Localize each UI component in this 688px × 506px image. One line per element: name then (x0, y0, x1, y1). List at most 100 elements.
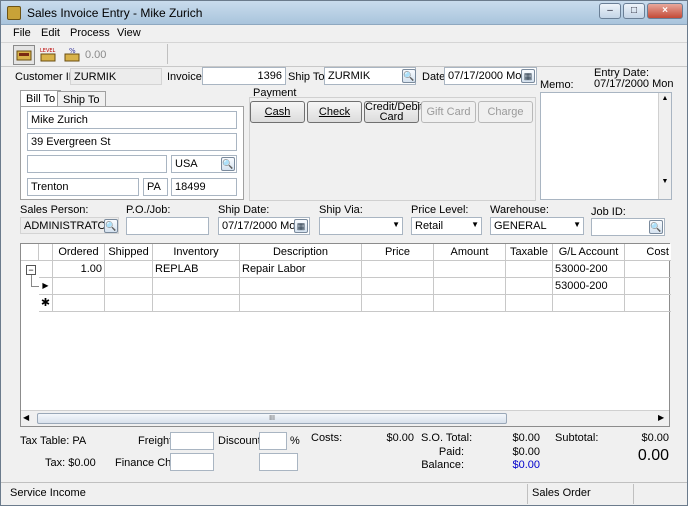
ship-to-label: Ship To: (288, 71, 328, 83)
check-button[interactable]: Check (307, 101, 362, 123)
bill-to-name-field[interactable]: Mike Zurich (27, 111, 237, 129)
new-row-asterisk-icon[interactable]: ✱ (39, 295, 53, 312)
scroll-up-icon[interactable]: ▲ (659, 95, 671, 102)
freight-field[interactable] (170, 432, 214, 450)
gift-card-button[interactable]: Gift Card (421, 101, 476, 123)
bill-to-zip-field[interactable]: 18499 (171, 178, 237, 196)
cell-taxable[interactable] (506, 295, 553, 312)
cell-amount[interactable] (434, 261, 506, 278)
menu-view[interactable]: View (117, 27, 141, 39)
po-job-field[interactable] (126, 217, 209, 235)
menu-bar: File Edit Process View (1, 25, 687, 43)
minimize-icon[interactable]: – (599, 3, 621, 19)
grid-selector-header (39, 244, 53, 261)
cell-ordered[interactable]: 1.00 (53, 261, 105, 278)
bill-to-city-field[interactable]: Trenton (27, 178, 139, 196)
cell-ordered[interactable] (53, 278, 105, 295)
cell-description[interactable] (240, 278, 362, 295)
col-gl-account[interactable]: G/L Account (553, 244, 625, 261)
discount-amount-field[interactable] (259, 453, 298, 471)
cell-price[interactable] (362, 261, 434, 278)
cell-shipped[interactable] (105, 278, 153, 295)
cell-taxable[interactable] (506, 278, 553, 295)
cell-shipped[interactable] (105, 295, 153, 312)
cell-amount[interactable] (434, 278, 506, 295)
ship-to-lookup-icon[interactable]: 🔍 (402, 69, 416, 83)
cell-cost[interactable] (625, 278, 671, 295)
status-divider (633, 484, 634, 504)
row-selector[interactable] (39, 261, 53, 278)
cell-taxable[interactable] (506, 261, 553, 278)
discount-label: Discount: (218, 435, 264, 447)
cell-gl-account[interactable] (553, 295, 625, 312)
cell-gl-account[interactable]: 53000-200 (553, 278, 625, 295)
memo-scrollbar[interactable]: ▲ ▼ (658, 93, 671, 199)
tab-bill-to[interactable]: Bill To (20, 90, 62, 107)
tax-label: Tax: $0.00 (45, 457, 96, 469)
toolbar: LEVEL % 0.00 (1, 43, 687, 67)
invoice-label: Invoice: (167, 71, 205, 83)
cell-shipped[interactable] (105, 261, 153, 278)
col-price[interactable]: Price (362, 244, 434, 261)
col-cost[interactable]: Cost (625, 244, 671, 261)
col-description[interactable]: Description (240, 244, 362, 261)
calendar-icon[interactable]: ▦ (521, 69, 535, 83)
bill-to-state-field[interactable]: PA (143, 178, 168, 196)
sales-person-lookup-icon[interactable]: 🔍 (104, 219, 118, 233)
cell-ordered[interactable] (53, 295, 105, 312)
menu-file[interactable]: File (13, 27, 31, 39)
credit-card-button[interactable]: Credit/Debit Card (364, 101, 423, 123)
job-id-lookup-icon[interactable]: 🔍 (649, 220, 663, 234)
scroll-left-icon[interactable]: ◀ (23, 413, 29, 422)
chevron-down-icon: ▼ (471, 220, 479, 229)
cell-description[interactable] (240, 295, 362, 312)
save-icon[interactable] (13, 45, 35, 65)
grid-horizontal-scrollbar[interactable]: ◀ III ▶ (21, 410, 669, 426)
cell-amount[interactable] (434, 295, 506, 312)
po-job-label: P.O./Job: (126, 204, 171, 216)
collapse-icon[interactable]: − (26, 265, 36, 275)
paid-label: Paid: (438, 446, 464, 458)
cell-price[interactable] (362, 295, 434, 312)
price-level-value: Retail (415, 220, 444, 232)
col-inventory[interactable]: Inventory (153, 244, 240, 261)
invoice-number-field[interactable]: 1396 (202, 67, 286, 85)
menu-process[interactable]: Process (70, 27, 110, 39)
memo-field[interactable]: ▲ ▼ (540, 92, 672, 200)
bill-to-address2-field[interactable] (27, 155, 167, 173)
cell-inventory[interactable]: REPLAB (153, 261, 240, 278)
cash-button[interactable]: Cash (250, 101, 305, 123)
calculate-icon[interactable]: % (61, 45, 83, 65)
country-lookup-icon[interactable]: 🔍 (221, 157, 235, 171)
col-taxable[interactable]: Taxable (506, 244, 553, 261)
cell-description[interactable]: Repair Labor (240, 261, 362, 278)
ship-date-calendar-icon[interactable]: ▦ (294, 219, 308, 233)
scroll-thumb[interactable]: III (37, 413, 507, 424)
warehouse-dropdown[interactable]: GENERAL ▼ (490, 217, 584, 235)
level-icon[interactable]: LEVEL (37, 45, 59, 65)
price-level-dropdown[interactable]: Retail ▼ (411, 217, 482, 235)
scroll-down-icon[interactable]: ▼ (659, 178, 671, 185)
cell-inventory[interactable] (153, 295, 240, 312)
close-icon[interactable]: × (647, 3, 683, 19)
cell-cost[interactable] (625, 295, 671, 312)
finance-charge-field[interactable] (170, 453, 214, 471)
scroll-right-icon[interactable]: ▶ (658, 413, 664, 422)
col-amount[interactable]: Amount (434, 244, 506, 261)
col-ordered[interactable]: Ordered (53, 244, 105, 261)
maximize-icon[interactable]: □ (623, 3, 645, 19)
subtotal-value: $0.00 (641, 432, 669, 444)
menu-edit[interactable]: Edit (41, 27, 60, 39)
col-shipped[interactable]: Shipped (105, 244, 153, 261)
bill-to-address1-field[interactable]: 39 Evergreen St (27, 133, 237, 151)
current-row-arrow-icon[interactable]: ▶ (39, 278, 53, 295)
customer-id-field[interactable]: ZURMIK (70, 68, 162, 85)
balance-label: Balance: (421, 459, 464, 471)
discount-percent-field[interactable] (259, 432, 287, 450)
cell-cost[interactable] (625, 261, 671, 278)
cell-price[interactable] (362, 278, 434, 295)
cell-gl-account[interactable]: 53000-200 (553, 261, 625, 278)
cell-inventory[interactable] (153, 278, 240, 295)
ship-via-dropdown[interactable]: ▼ (319, 217, 403, 235)
charge-button[interactable]: Charge (478, 101, 533, 123)
